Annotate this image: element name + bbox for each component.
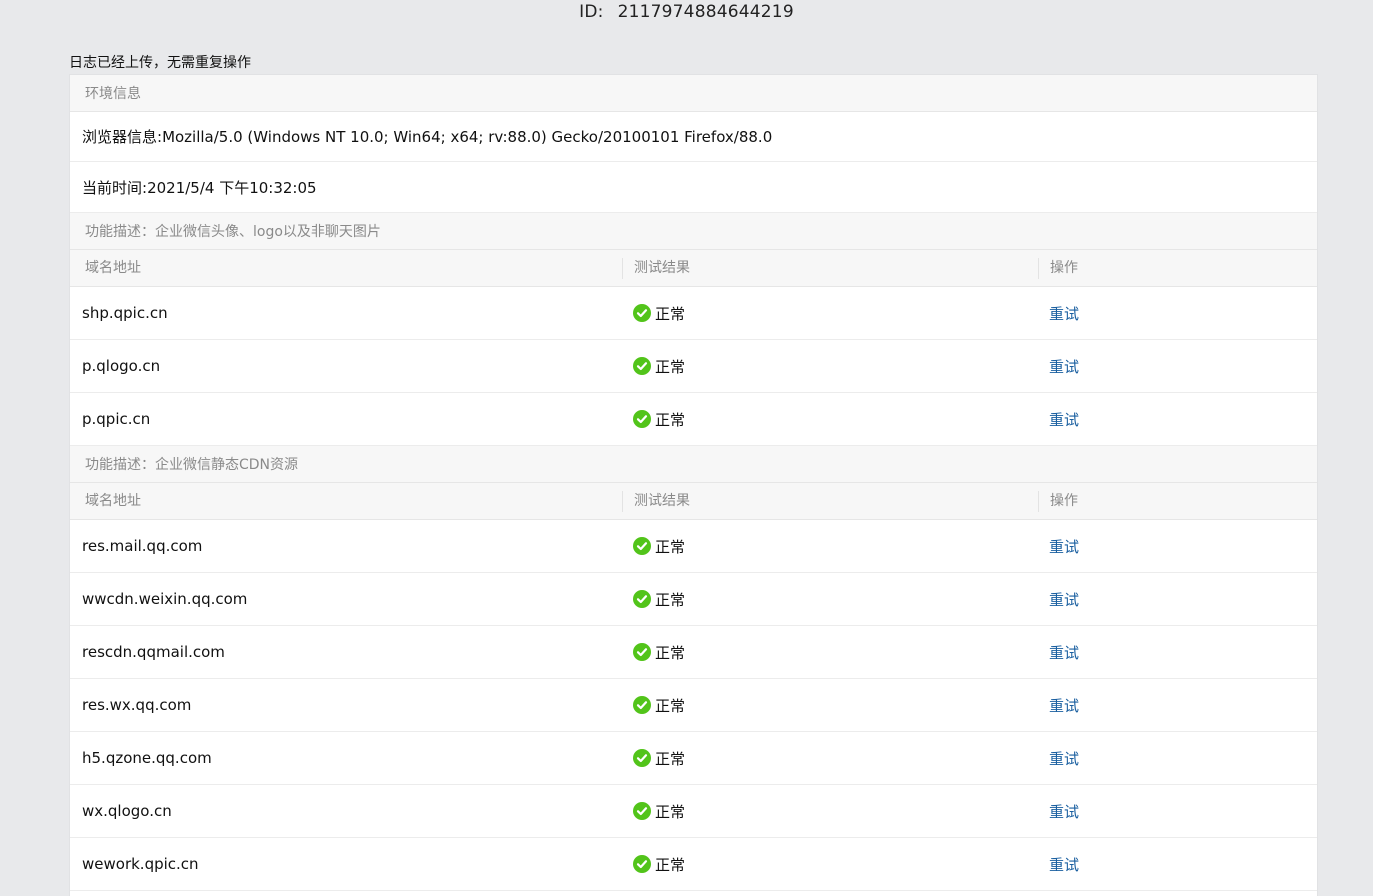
domain-cell: p.qpic.cn bbox=[82, 410, 151, 428]
action-cell: 重试 bbox=[1039, 409, 1079, 430]
browser-info-value: Mozilla/5.0 (Windows NT 10.0; Win64; x64… bbox=[162, 127, 773, 146]
log-id-line: ID: 2117974884644219 bbox=[0, 2, 1373, 22]
domain-cell: rescdn.qqmail.com bbox=[82, 643, 225, 661]
table-row: wwcdn.weixin.qq.com 正常 重试 bbox=[70, 573, 1317, 626]
upload-status-note: 日志已经上传，无需重复操作 bbox=[69, 55, 251, 71]
check-circle-icon bbox=[633, 802, 651, 820]
table-row: wework.qpic.cn 正常 重试 bbox=[70, 838, 1317, 891]
result-cell: 正常 bbox=[623, 801, 1039, 822]
check-circle-icon bbox=[633, 537, 651, 555]
status-text: 正常 bbox=[655, 590, 686, 609]
status-text: 正常 bbox=[655, 855, 686, 874]
result-cell: 正常 bbox=[623, 695, 1039, 716]
table-row: h5.qzone.qq.com 正常 重试 bbox=[70, 732, 1317, 785]
retry-button[interactable]: 重试 bbox=[1049, 856, 1079, 874]
domain-cell: p.qlogo.cn bbox=[82, 357, 161, 375]
status-text: 正常 bbox=[655, 802, 686, 821]
domain-cell: h5.qzone.qq.com bbox=[82, 749, 212, 767]
action-cell: 重试 bbox=[1039, 854, 1079, 875]
check-circle-icon bbox=[633, 696, 651, 714]
check-circle-icon bbox=[633, 749, 651, 767]
table-row: wx.qlogo.cn 正常 重试 bbox=[70, 785, 1317, 838]
status-text: 正常 bbox=[655, 537, 686, 556]
result-cell: 正常 bbox=[623, 589, 1039, 610]
retry-button[interactable]: 重试 bbox=[1049, 305, 1079, 323]
current-time-value: 2021/5/4 下午10:32:05 bbox=[147, 178, 317, 197]
action-cell: 重试 bbox=[1039, 303, 1079, 324]
table-row: rescdn.qqmail.com 正常 重试 bbox=[70, 626, 1317, 679]
retry-button[interactable]: 重试 bbox=[1049, 591, 1079, 609]
action-cell: 重试 bbox=[1039, 356, 1079, 377]
table-row: p.qlogo.cn 正常 重试 bbox=[70, 340, 1317, 393]
table-header: 域名地址 测试结果 操作 bbox=[70, 250, 1317, 287]
action-cell: 重试 bbox=[1039, 536, 1079, 557]
domain-cell: res.mail.qq.com bbox=[82, 537, 203, 555]
section-description: 功能描述：企业微信静态CDN资源 bbox=[70, 446, 1317, 483]
column-action-header: 操作 bbox=[1050, 492, 1078, 509]
retry-button[interactable]: 重试 bbox=[1049, 358, 1079, 376]
current-time-row: 当前时间: 2021/5/4 下午10:32:05 bbox=[70, 162, 1317, 213]
table-row: p.qpic.cn 正常 重试 bbox=[70, 393, 1317, 446]
status-text: 正常 bbox=[655, 410, 686, 429]
result-cell: 正常 bbox=[623, 356, 1039, 377]
env-section-title: 环境信息 bbox=[70, 75, 1317, 112]
browser-info-row: 浏览器信息: Mozilla/5.0 (Windows NT 10.0; Win… bbox=[70, 112, 1317, 162]
result-cell: 正常 bbox=[623, 303, 1039, 324]
result-cell: 正常 bbox=[623, 748, 1039, 769]
domain-cell: wwcdn.weixin.qq.com bbox=[82, 590, 248, 608]
column-result-header: 测试结果 bbox=[623, 257, 1039, 279]
status-text: 正常 bbox=[655, 357, 686, 376]
result-cell: 正常 bbox=[623, 409, 1039, 430]
column-domain-header: 域名地址 bbox=[70, 257, 623, 279]
status-text: 正常 bbox=[655, 643, 686, 662]
column-domain-header: 域名地址 bbox=[70, 490, 623, 512]
id-label: ID: bbox=[579, 2, 604, 22]
check-circle-icon bbox=[633, 590, 651, 608]
table-row: res.mail.qq.com 正常 重试 bbox=[70, 520, 1317, 573]
retry-button[interactable]: 重试 bbox=[1049, 750, 1079, 768]
action-cell: 重试 bbox=[1039, 801, 1079, 822]
check-circle-icon bbox=[633, 357, 651, 375]
check-circle-icon bbox=[633, 410, 651, 428]
result-cell: 正常 bbox=[623, 536, 1039, 557]
current-time-label: 当前时间: bbox=[82, 178, 148, 197]
column-result-header: 测试结果 bbox=[623, 490, 1039, 512]
domain-sections: 功能描述：企业微信头像、logo以及非聊天图片 域名地址 测试结果 操作 shp.qpi… bbox=[70, 213, 1317, 891]
check-circle-icon bbox=[633, 643, 651, 661]
status-text: 正常 bbox=[655, 749, 686, 768]
retry-button[interactable]: 重试 bbox=[1049, 411, 1079, 429]
table-row: shp.qpic.cn 正常 重试 bbox=[70, 287, 1317, 340]
status-text: 正常 bbox=[655, 696, 686, 715]
result-cell: 正常 bbox=[623, 642, 1039, 663]
page: ID: 2117974884644219 日志已经上传，无需重复操作 环境信息 浏… bbox=[0, 0, 1373, 896]
domain-cell: shp.qpic.cn bbox=[82, 304, 168, 322]
retry-button[interactable]: 重试 bbox=[1049, 538, 1079, 556]
retry-button[interactable]: 重试 bbox=[1049, 644, 1079, 662]
diagnostic-panel: 环境信息 浏览器信息: Mozilla/5.0 (Windows NT 10.0… bbox=[69, 74, 1318, 896]
status-text: 正常 bbox=[655, 304, 686, 323]
table-row: res.wx.qq.com 正常 重试 bbox=[70, 679, 1317, 732]
id-value: 2117974884644219 bbox=[617, 2, 794, 22]
check-circle-icon bbox=[633, 855, 651, 873]
result-cell: 正常 bbox=[623, 854, 1039, 875]
browser-info-label: 浏览器信息: bbox=[82, 128, 163, 146]
table-header: 域名地址 测试结果 操作 bbox=[70, 483, 1317, 520]
domain-cell: wework.qpic.cn bbox=[82, 855, 199, 873]
action-cell: 重试 bbox=[1039, 748, 1079, 769]
domain-cell: res.wx.qq.com bbox=[82, 696, 192, 714]
action-cell: 重试 bbox=[1039, 589, 1079, 610]
retry-button[interactable]: 重试 bbox=[1049, 697, 1079, 715]
section-description: 功能描述：企业微信头像、logo以及非聊天图片 bbox=[70, 213, 1317, 250]
domain-cell: wx.qlogo.cn bbox=[82, 802, 172, 820]
action-cell: 重试 bbox=[1039, 642, 1079, 663]
retry-button[interactable]: 重试 bbox=[1049, 803, 1079, 821]
column-action-header: 操作 bbox=[1050, 259, 1078, 276]
action-cell: 重试 bbox=[1039, 695, 1079, 716]
check-circle-icon bbox=[633, 304, 651, 322]
